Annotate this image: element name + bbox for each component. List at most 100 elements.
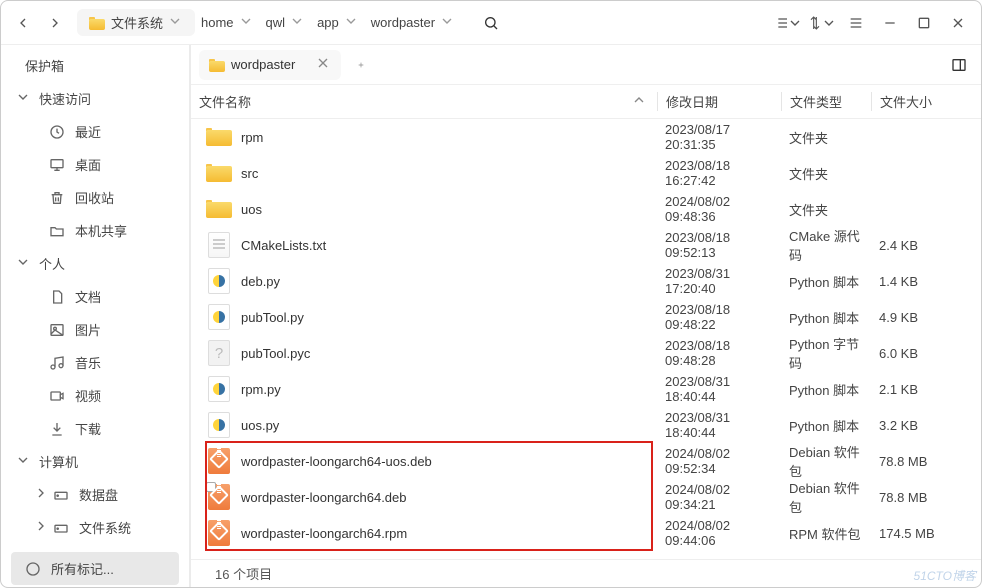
folder-icon [205,195,233,223]
sidebar-item-all-tags[interactable]: 所有标记... [11,552,179,585]
table-row[interactable]: ?pubTool.pyc2023/08/18 09:48:28Python 字节… [191,335,981,371]
sort-button[interactable] [805,9,839,37]
file-size: 78.8 MB [871,490,981,505]
file-date: 2023/08/18 16:27:42 [657,158,781,188]
table-row[interactable]: pubTool.py2023/08/18 09:48:22Python 脚本4.… [191,299,981,335]
file-size: 2.4 KB [871,238,981,253]
file-type: RPM 软件包 [781,524,871,543]
chevron-down-icon [238,13,254,32]
sidebar-item-music[interactable]: 音乐 [1,346,189,379]
minimize-button[interactable] [873,9,907,37]
breadcrumb: 文件系统 [77,9,195,36]
chevron-down-icon [15,89,31,108]
sidebar-group-computer[interactable]: 计算机 [1,445,189,478]
menu-button[interactable] [839,9,873,37]
breadcrumb-item-home[interactable]: home [195,13,260,32]
folder-icon [205,159,233,187]
file-name: wordpaster-loongarch64.deb [241,490,407,505]
table-row[interactable]: uos.py2023/08/31 18:40:44Python 脚本3.2 KB [191,407,981,443]
file-date: 2023/08/18 09:52:13 [657,230,781,260]
table-row[interactable]: uos2024/08/02 09:48:36文件夹 [191,191,981,227]
tab-wordpaster[interactable]: wordpaster [199,50,341,80]
sidebar-item-desktop[interactable]: 桌面 [1,148,189,181]
tab-close-icon[interactable] [315,55,331,74]
file-type: Python 脚本 [781,272,871,291]
status-bar: 16 个项目 [191,559,981,587]
sidebar-item-pictures[interactable]: 图片 [1,313,189,346]
table-row[interactable]: wordpaster-loongarch64.rpm2024/08/02 09:… [191,515,981,551]
sidebar-item-datadisk[interactable]: 数据盘 [1,478,189,511]
table-row[interactable]: CMakeLists.txt2023/08/18 09:52:13CMake 源… [191,227,981,263]
sidebar-item-filesystem[interactable]: 文件系统 [1,511,189,544]
forward-button[interactable] [41,9,69,37]
folder-icon [49,223,65,239]
chevron-down-icon [15,254,31,273]
file-list[interactable]: rpm2023/08/17 20:31:35文件夹 src 2023/08/18 1… [191,119,981,559]
sidebar-item-recent[interactable]: 最近 [1,115,189,148]
folder-icon [205,123,233,151]
table-row[interactable]: rpm2023/08/17 20:31:35文件夹 [191,119,981,155]
file-type: Python 脚本 [781,308,871,327]
sidebar-item-share[interactable]: 本机共享 [1,214,189,247]
file-size: 3.2 KB [871,418,981,433]
file-type: Debian 软件包 [781,478,871,516]
table-row[interactable]: deb.py2023/08/31 17:20:40Python 脚本1.4 KB [191,263,981,299]
sidebar-group-quick[interactable]: 快速访问 [1,82,189,115]
file-date: 2023/08/17 20:31:35 [657,122,781,152]
sidebar-item-documents[interactable]: 文档 [1,280,189,313]
python-icon [205,375,233,403]
breadcrumb-item-qwl[interactable]: qwl [260,13,312,32]
file-type: Python 脚本 [781,380,871,399]
file-size: 78.8 MB [871,454,981,469]
desktop-icon [49,157,65,173]
file-name: pubTool.py [241,310,304,325]
sidebar-item-trash[interactable]: 回收站 [1,181,189,214]
sidebar: 保护箱 快速访问 最近 桌面 回收站 本机共享 个人 文档 图片 音乐 视频 下… [1,45,191,587]
file-name: uos.py [241,418,279,433]
toolbar: 文件系统 home qwl app wordpaster [1,1,981,45]
table-row[interactable]: wordpaster-loongarch64.deb2024/08/02 09:… [191,479,981,515]
file-size: 1.4 KB [871,274,981,289]
python-icon [205,303,233,331]
file-date: 2023/08/18 09:48:28 [657,338,781,368]
back-button[interactable] [9,9,37,37]
search-button[interactable] [475,7,507,39]
doc-icon [49,289,65,305]
column-type[interactable]: 文件类型 [781,92,871,111]
sidebar-item-downloads[interactable]: 下载 [1,412,189,445]
table-row[interactable]: src2023/08/18 16:27:42文件夹 [191,155,981,191]
close-button[interactable] [941,9,975,37]
breadcrumb-root[interactable]: 文件系统 [85,13,187,32]
file-name: rpm.py [241,382,281,397]
music-icon [49,355,65,371]
file-type: 文件夹 [781,128,871,147]
sidebar-item-videos[interactable]: 视频 [1,379,189,412]
unknown-icon: ? [205,339,233,367]
breadcrumb-root-label: 文件系统 [111,13,163,32]
table-row[interactable]: rpm.py2023/08/31 18:40:44Python 脚本2.1 KB [191,371,981,407]
breadcrumb-item-app[interactable]: app [311,13,365,32]
file-date: 2023/08/31 17:20:40 [657,266,781,296]
chevron-down-icon [167,13,183,32]
maximize-button[interactable] [907,9,941,37]
chevron-down-icon [15,452,31,471]
trash-icon [49,190,65,206]
sidebar-item-protect[interactable]: 保护箱 [1,49,189,82]
video-icon [49,388,65,404]
view-list-button[interactable] [771,9,805,37]
panel-toggle-button[interactable] [945,51,973,79]
chevron-down-icon [439,13,455,32]
file-size: 2.1 KB [871,382,981,397]
breadcrumb-item-wordpaster[interactable]: wordpaster [365,13,461,32]
sort-asc-icon [631,92,647,111]
column-size[interactable]: 文件大小 [871,92,981,111]
file-name: src [241,166,258,181]
tab-add-button[interactable] [347,50,375,80]
main-pane: wordpaster 文件名称 修改日期 文件类型 文件大小 rpm2023/0… [191,45,981,587]
table-row[interactable]: wordpaster-loongarch64-uos.deb2024/08/02… [191,443,981,479]
python-icon [205,411,233,439]
column-name[interactable]: 文件名称 [199,92,657,111]
sidebar-group-personal[interactable]: 个人 [1,247,189,280]
column-date[interactable]: 修改日期 [657,92,781,111]
package-icon [205,447,233,475]
